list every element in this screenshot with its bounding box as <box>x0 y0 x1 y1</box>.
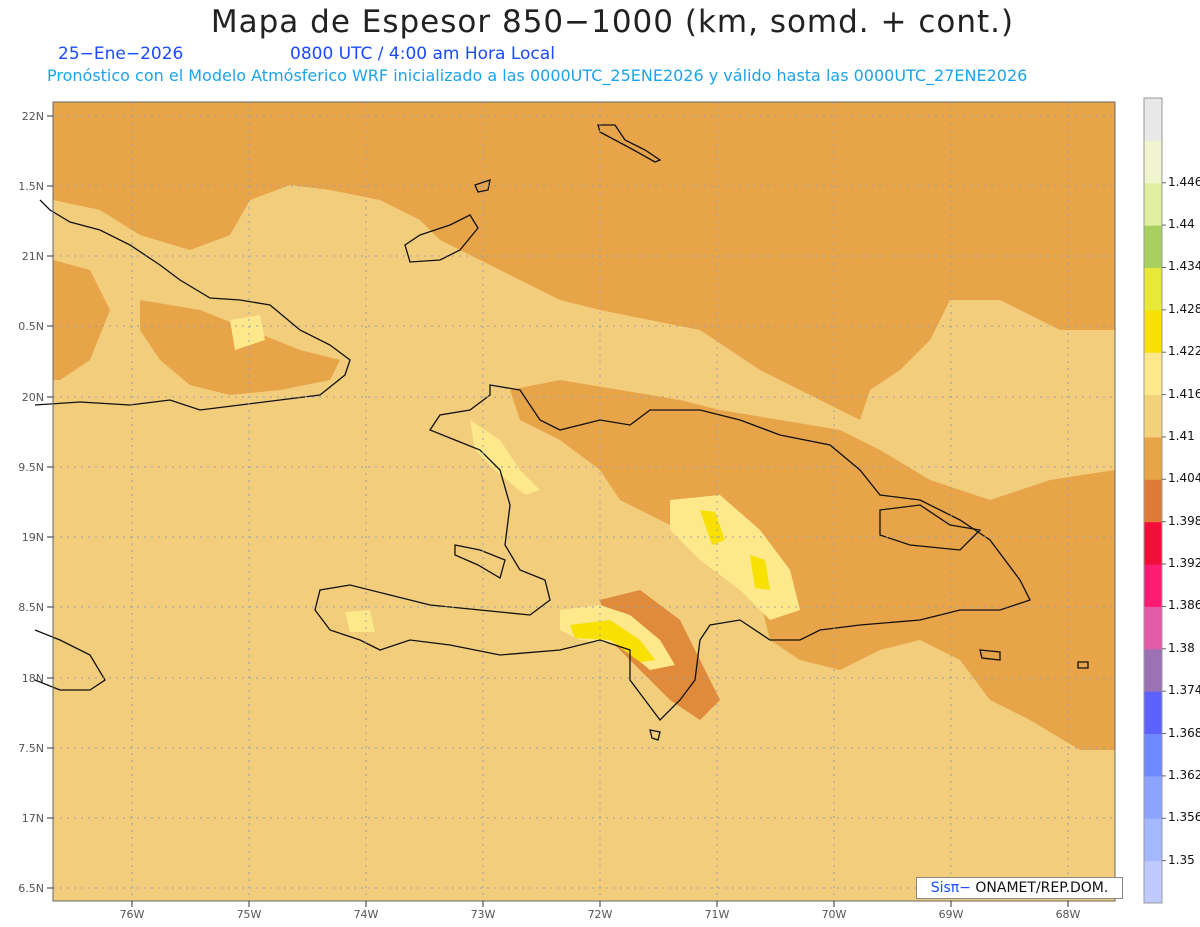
colorbar-segment <box>1144 564 1162 607</box>
lat-label: 22N <box>22 110 44 123</box>
colorbar-label: 1.446 <box>1168 174 1200 189</box>
credit-logo-text: Sisπ− <box>930 880 971 896</box>
colorbar-segment <box>1144 818 1162 862</box>
lat-label: 17N <box>22 812 44 825</box>
colorbar-segment <box>1144 267 1162 311</box>
colorbar <box>1143 97 1166 904</box>
colorbar-segment <box>1144 352 1162 396</box>
lon-label: 72W <box>588 908 613 921</box>
colorbar-label: 1.434 <box>1168 259 1200 274</box>
colorbar-label: 1.38 <box>1168 640 1195 655</box>
colorbar-label: 1.428 <box>1168 301 1200 316</box>
colorbar-label: 1.368 <box>1168 725 1200 740</box>
colorbar-segment <box>1144 606 1162 650</box>
colorbar-segment <box>1144 394 1162 438</box>
lon-label: 74W <box>354 908 379 921</box>
lat-label: 0.5N <box>18 320 44 333</box>
lat-label: 18N <box>22 672 44 685</box>
colorbar-segment <box>1144 521 1162 565</box>
lat-label: 20N <box>22 391 44 404</box>
colorbar-label: 1.374 <box>1168 683 1200 698</box>
colorbar-segment <box>1144 225 1162 268</box>
colorbar-segment <box>1144 860 1162 904</box>
colorbar-label: 1.386 <box>1168 598 1200 613</box>
colorbar-segment <box>1144 182 1162 226</box>
pale-yellow-zone-4 <box>345 610 375 632</box>
colorbar-segment <box>1144 691 1162 735</box>
lon-label: 73W <box>471 908 496 921</box>
colorbar-segment <box>1144 140 1162 184</box>
lon-label: 68W <box>1056 908 1081 921</box>
colorbar-label: 1.422 <box>1168 344 1200 359</box>
colorbar-label: 1.392 <box>1168 556 1200 571</box>
colorbar-segment <box>1144 733 1162 777</box>
lon-label: 75W <box>237 908 262 921</box>
colorbar-label: 1.416 <box>1168 386 1200 401</box>
lat-label: 21N <box>22 250 44 263</box>
lat-label: 9.5N <box>18 461 44 474</box>
credit-box: Sisπ− ONAMET/REP.DOM. <box>916 877 1123 899</box>
lon-label: 71W <box>705 908 730 921</box>
colorbar-label: 1.356 <box>1168 810 1200 825</box>
colorbar-segment <box>1144 309 1162 353</box>
colorbar-label: 1.44 <box>1168 217 1195 232</box>
colorbar-label: 1.35 <box>1168 852 1195 867</box>
lat-label: 8.5N <box>18 601 44 614</box>
lat-label: 6.5N <box>18 882 44 895</box>
credit-organization: ONAMET/REP.DOM. <box>970 880 1109 896</box>
lat-labels: 22N 1.5N 21N 0.5N 20N 9.5N 19N 8.5N 18N … <box>18 110 44 895</box>
colorbar-segment <box>1144 98 1162 141</box>
lon-label: 70W <box>822 908 847 921</box>
lon-label: 76W <box>120 908 145 921</box>
lat-label: 19N <box>22 531 44 544</box>
thickness-map: 22N 1.5N 21N 0.5N 20N 9.5N 19N 8.5N 18N … <box>18 97 1166 921</box>
lat-label: 7.5N <box>18 742 44 755</box>
colorbar-label: 1.404 <box>1168 471 1200 486</box>
colorbar-label: 1.398 <box>1168 513 1200 528</box>
colorbar-segment <box>1144 648 1162 692</box>
lon-labels: 76W 75W 74W 73W 72W 71W 70W 69W 68W <box>120 908 1081 921</box>
lon-label: 69W <box>939 908 964 921</box>
lat-label: 1.5N <box>18 180 44 193</box>
colorbar-segment <box>1144 479 1162 523</box>
colorbar-label: 1.41 <box>1168 428 1195 443</box>
colorbar-label: 1.362 <box>1168 767 1200 782</box>
colorbar-segment <box>1144 436 1162 480</box>
colorbar-segment <box>1144 775 1162 819</box>
